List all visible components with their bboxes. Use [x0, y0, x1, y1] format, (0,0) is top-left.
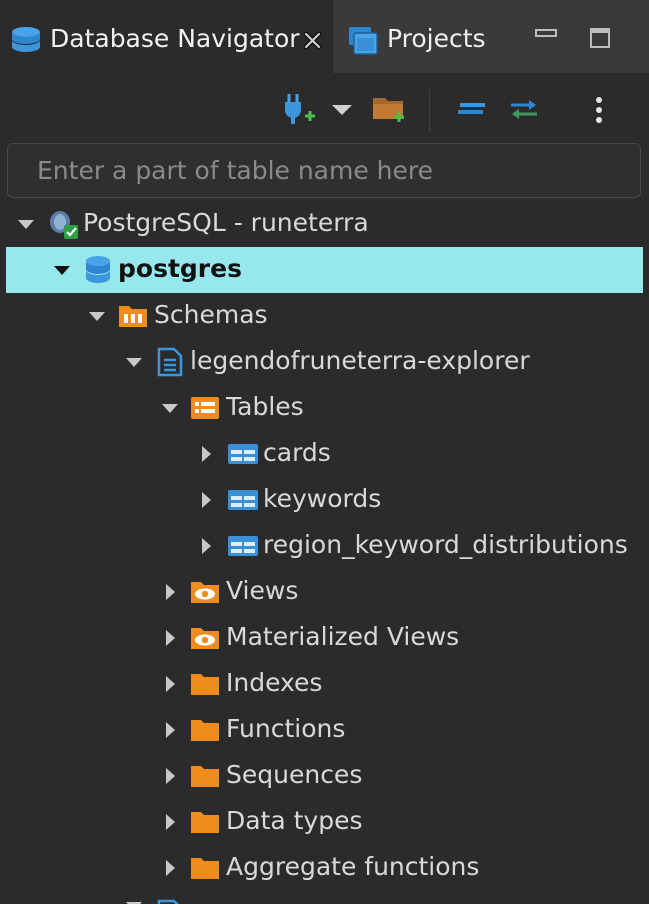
- tree-node-label: legendofruneterra-explorer: [190, 346, 530, 375]
- tree-node-indexes[interactable]: Indexes: [0, 661, 649, 707]
- dropdown-arrow-icon[interactable]: [331, 104, 353, 116]
- folder-icon: [191, 858, 219, 879]
- chevron-down-icon[interactable]: [53, 265, 71, 276]
- link-with-editor-icon[interactable]: [508, 97, 540, 121]
- collapse-all-icon[interactable]: [457, 102, 486, 116]
- tree-node-label: postgres: [118, 254, 242, 283]
- new-connection-icon[interactable]: [283, 92, 315, 126]
- tables-folder-icon: [191, 397, 219, 419]
- table-icon: [228, 444, 258, 464]
- tab-label: Projects: [387, 24, 486, 53]
- tree-node-label: region_keyword_distributions: [263, 530, 628, 559]
- chevron-right-icon[interactable]: [165, 629, 176, 647]
- chevron-right-icon[interactable]: [165, 675, 176, 693]
- tree-node-label: cards: [263, 438, 331, 467]
- tree-node-functions[interactable]: Functions: [0, 707, 649, 753]
- tree-node-label: Views: [226, 576, 299, 605]
- new-folder-icon[interactable]: [372, 94, 406, 124]
- chevron-down-icon[interactable]: [125, 357, 143, 368]
- chevron-right-icon[interactable]: [201, 537, 212, 555]
- folder-icon: [191, 812, 219, 833]
- tree-node-label: Data types: [226, 806, 363, 835]
- minimize-icon[interactable]: [535, 29, 557, 39]
- toolbar: [0, 73, 649, 141]
- chevron-right-icon[interactable]: [201, 445, 212, 463]
- tree-node-connection[interactable]: PostgreSQL - runeterra: [0, 201, 649, 247]
- database-icon: [86, 256, 110, 283]
- chevron-down-icon[interactable]: [17, 219, 35, 230]
- tab-label: Database Navigator: [50, 24, 300, 53]
- chevron-right-icon[interactable]: [165, 767, 176, 785]
- chevron-right-icon[interactable]: [165, 859, 176, 877]
- views-folder-icon: [191, 582, 219, 603]
- chevron-down-icon[interactable]: [88, 311, 106, 322]
- table-name-filter-input[interactable]: [7, 143, 641, 198]
- table-icon: [228, 490, 258, 510]
- chevron-right-icon[interactable]: [165, 721, 176, 739]
- tree-node-label: keywords: [263, 484, 382, 513]
- postgresql-connection-icon: [50, 211, 78, 239]
- tab-database-navigator[interactable]: Database Navigator: [0, 0, 333, 73]
- schema-icon: [157, 347, 183, 377]
- more-menu-icon[interactable]: [594, 96, 604, 126]
- maximize-icon[interactable]: [590, 28, 610, 48]
- schema-icon: [157, 899, 179, 904]
- folder-icon: [191, 674, 219, 695]
- tree-node-sequences[interactable]: Sequences: [0, 753, 649, 799]
- tree-node-label: Aggregate functions: [226, 852, 480, 881]
- chevron-right-icon[interactable]: [165, 583, 176, 601]
- tree-node-views[interactable]: Views: [0, 569, 649, 615]
- tree-node-label: Tables: [226, 392, 304, 421]
- database-icon: [12, 27, 40, 52]
- chevron-right-icon[interactable]: [165, 813, 176, 831]
- tab-bar: Database Navigator Projects: [0, 0, 649, 73]
- chevron-down-icon[interactable]: [161, 403, 179, 414]
- tree-node-materialized-views[interactable]: Materialized Views: [0, 615, 649, 661]
- tree-node-schemas[interactable]: Schemas: [0, 293, 649, 339]
- tree-node-label: PostgreSQL - runeterra: [83, 208, 369, 237]
- table-icon: [228, 536, 258, 556]
- projects-icon: [349, 27, 378, 55]
- views-folder-icon: [191, 628, 219, 649]
- chevron-right-icon[interactable]: [201, 491, 212, 509]
- tree-node-table[interactable]: region_keyword_distributions: [0, 523, 649, 569]
- tree-node-tables[interactable]: Tables: [0, 385, 649, 431]
- tree-node-aggregate-functions[interactable]: Aggregate functions: [0, 845, 649, 891]
- tree-node-data-types[interactable]: Data types: [0, 799, 649, 845]
- tree-node-table[interactable]: cards: [0, 431, 649, 477]
- tree-node-label: Functions: [226, 714, 346, 743]
- tree-node-database[interactable]: postgres: [6, 247, 643, 293]
- tree-node-label: Materialized Views: [226, 622, 460, 651]
- toolbar-separator: [429, 90, 430, 132]
- tree-node-label: Indexes: [226, 668, 323, 697]
- tree-node-partial[interactable]: [0, 891, 649, 904]
- tree-node-label: Schemas: [154, 300, 268, 329]
- tree-node-schema[interactable]: legendofruneterra-explorer: [0, 339, 649, 385]
- schemas-folder-icon: [119, 306, 147, 327]
- close-icon[interactable]: [302, 30, 323, 51]
- tree-node-label: Sequences: [226, 760, 363, 789]
- tab-projects[interactable]: Projects: [335, 0, 535, 73]
- tree-node-table[interactable]: keywords: [0, 477, 649, 523]
- folder-icon: [191, 720, 219, 741]
- folder-icon: [191, 766, 219, 787]
